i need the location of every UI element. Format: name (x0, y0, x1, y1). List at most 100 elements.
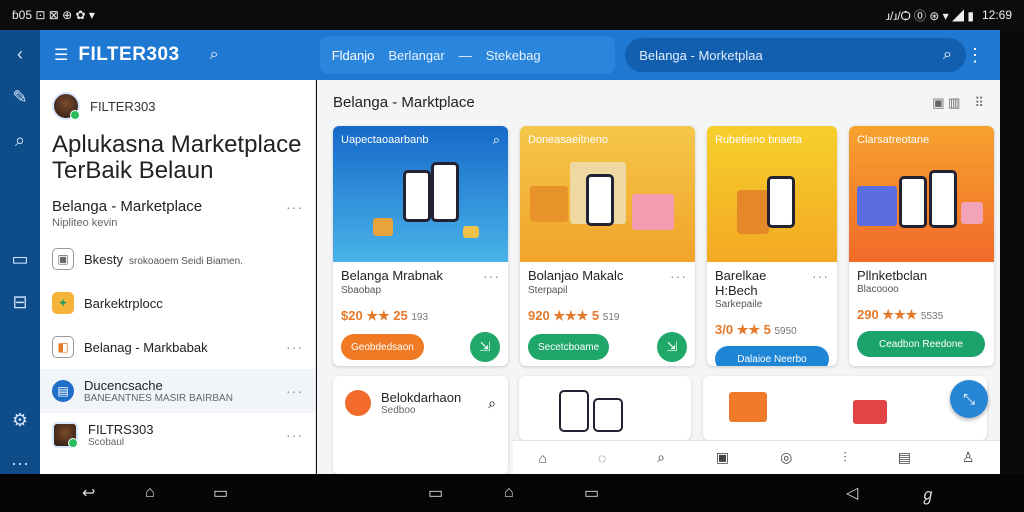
search-icon[interactable]: ⌕ (488, 395, 496, 412)
profile-name: FILTER303 (90, 98, 156, 114)
store-icon: ▤ (52, 380, 74, 402)
avatar[interactable] (52, 92, 80, 120)
item-more-icon[interactable]: ··· (286, 339, 303, 355)
recents-icon[interactable]: ▭ (428, 483, 443, 503)
product-card[interactable]: Clarsatreotane Pllnketbclan Blacoooo 290… (849, 126, 994, 366)
recents-icon[interactable]: ▭ (584, 483, 599, 503)
status-right-icons: ɹ/ɹ/Ѻ ⓪ ⊛ ▾ ◢ ▮ (885, 8, 974, 23)
sidebar-item-barkektrplocc[interactable]: ✦ Barkektrplocc (40, 281, 315, 325)
product-count: 5950 (774, 326, 797, 337)
tab-fldanjo[interactable]: Fldanjo (332, 48, 375, 63)
product-action-button[interactable]: Geobdedsaon (341, 334, 424, 360)
page-title: Aplukasna Marketplace TerBaik Belaun (52, 131, 302, 184)
back-icon[interactable]: ◁ (846, 483, 858, 503)
shop-icon[interactable]: ▣ (716, 449, 729, 466)
search-value: Belanga - Morketplaa (639, 47, 763, 63)
search-icon[interactable]: ⌕ (15, 130, 25, 151)
folder-icon[interactable]: ▭ (11, 249, 28, 270)
box-icon[interactable]: ⊟ (12, 292, 27, 313)
item-more-icon[interactable]: ··· (286, 427, 303, 443)
product-rating: ★★★ 5 (553, 308, 600, 323)
product-count: 519 (602, 312, 620, 323)
section-more-icon[interactable]: ··· (286, 199, 303, 215)
sidebar-item-note: Scobaul (88, 437, 125, 448)
search-input[interactable]: Belanga - Morketplaa ⌕ (625, 38, 966, 72)
product-category: Blacoooo (857, 284, 899, 295)
product-name: Barelkae H:Bech (715, 268, 767, 298)
sidebar-item-label: Ducencsache (84, 378, 163, 393)
product-grid: Uapectaoaarbanb ⌕ Belanga Mrabnak ··· Sba… (333, 126, 994, 366)
grid-view-icon[interactable]: ▣ ▥ (932, 95, 960, 111)
brand-search-icon[interactable]: ⌕ (210, 46, 219, 64)
tab-strip: Fldanjo Berlangar — Stekebag (319, 36, 616, 74)
chat-icon[interactable]: ◌ (598, 450, 606, 466)
product-count: 193 (411, 312, 429, 323)
product-count: 5535 (920, 311, 944, 322)
home-icon[interactable]: ⌂ (504, 484, 514, 502)
calculator-icon[interactable]: ▤ (898, 449, 911, 466)
product-card[interactable] (519, 376, 691, 440)
back-icon[interactable]: ‹ (17, 44, 23, 65)
sidebar-item-label: Barkektrplocc (84, 295, 163, 311)
product-rating: ★★★ (882, 307, 918, 322)
main-title: Belanga - Marktplace (333, 94, 475, 111)
bag-icon: ◧ (52, 336, 74, 358)
card-more-icon[interactable]: ··· (812, 268, 829, 298)
product-rating: ★★ 5 (736, 322, 771, 337)
search-icon[interactable]: ⌕ (657, 449, 665, 466)
more-vert-icon[interactable]: ⠿ (974, 95, 984, 111)
brand-logo: FILTER303 (78, 44, 180, 65)
home-icon[interactable]: ⌂ (145, 484, 155, 502)
top-app-bar: ☰ FILTER303 ⌕ Fldanjo Berlangar — Stekeb… (40, 30, 1000, 80)
product-caption: Rubetieno bnaeta (715, 134, 802, 146)
product-category: Sbaobap (341, 285, 382, 296)
cart-icon[interactable]: ⇲ (657, 332, 687, 362)
product-image: Doneasaeitneno (520, 126, 695, 262)
product-action-button[interactable]: Secetcboame (528, 334, 610, 360)
item-more-icon[interactable]: ··· (286, 383, 303, 399)
status-left-icons: ɓ05 ⊡ ⊠ ⊕ ✿ ▾ (12, 8, 95, 22)
settings-icon[interactable]: ⚙ (12, 410, 28, 431)
bottom-nav: ⌂ ◌ ⌕ ▣ ◎ ⫶ ▤ ♙ (513, 440, 1000, 474)
recents-icon[interactable]: ▭ (213, 483, 228, 503)
back-icon[interactable]: ↩ (82, 483, 95, 503)
home-icon[interactable]: ⌂ (538, 450, 546, 466)
product-category: Sarkepaile (715, 299, 763, 310)
card-more-icon[interactable]: ··· (483, 268, 500, 284)
product-card[interactable]: Uapectaoaarbanb ⌕ Belanga Mrabnak ··· Sba… (333, 126, 508, 366)
tab-stekebag[interactable]: Stekebag (486, 48, 541, 63)
clock: 12:69 (981, 8, 1012, 22)
product-rating: ★★ 25 (366, 308, 408, 323)
sidebar-item-bkesty[interactable]: ▣ Bkesty srokoaoem Seidi Biamen. (40, 237, 315, 281)
product-action-button[interactable]: Ceadbon Reedone (857, 331, 985, 357)
search-icon[interactable]: ⌕ (943, 46, 952, 64)
cart-icon[interactable]: ⇲ (470, 332, 500, 362)
sidebar-item-ducencsache[interactable]: ▤ Ducencsache BANEANTNES MASIR BAIRBAN ··… (40, 369, 315, 413)
product-action-button[interactable]: Dalaioe Neerbo (715, 346, 829, 366)
product-price: 290 (857, 307, 879, 322)
assistant-icon[interactable]: ℊ (920, 481, 936, 505)
menu-icon[interactable]: ☰ (54, 45, 68, 65)
product-caption: Uapectaoaarbanb (341, 134, 429, 146)
avatar (52, 422, 78, 448)
tab-separator: — (458, 47, 472, 63)
product-card[interactable]: Rubetieno bnaeta Barelkae H:Bech ··· Sark… (707, 126, 837, 366)
tab-berlangar[interactable]: Berlangar (388, 48, 444, 63)
left-rail: ‹ ✎ ⌕ ▭ ⊟ ⚙ ··· (0, 30, 40, 474)
profile-icon[interactable]: ♙ (962, 449, 975, 466)
stats-icon[interactable]: ⫶ (843, 449, 847, 466)
sidebar-item-belanag[interactable]: ◧ Belanag - Markbabak ··· (40, 325, 315, 369)
pen-icon[interactable]: ✎ (12, 87, 27, 108)
search-icon[interactable]: ⌕ (493, 132, 500, 148)
tag-icon: ▣ (52, 248, 74, 270)
product-image: Clarsatreotane (849, 126, 994, 262)
offers-icon[interactable]: ◎ (780, 449, 792, 466)
sidebar-item-filtrs303[interactable]: FILTRS303 Scobaul ··· (40, 413, 315, 457)
more-dots-icon[interactable]: ··· (11, 453, 29, 474)
floating-action-button[interactable]: ⤡ (950, 380, 988, 418)
product-card[interactable] (703, 376, 987, 440)
card-more-icon[interactable]: ··· (670, 268, 687, 284)
product-card[interactable]: Doneasaeitneno Bolanjao Makalc ··· Sterpa… (520, 126, 695, 366)
product-card[interactable]: Belokdarhaon Sedboo ⌕ (333, 376, 508, 474)
overflow-menu-icon[interactable]: ⋮ (966, 45, 984, 66)
